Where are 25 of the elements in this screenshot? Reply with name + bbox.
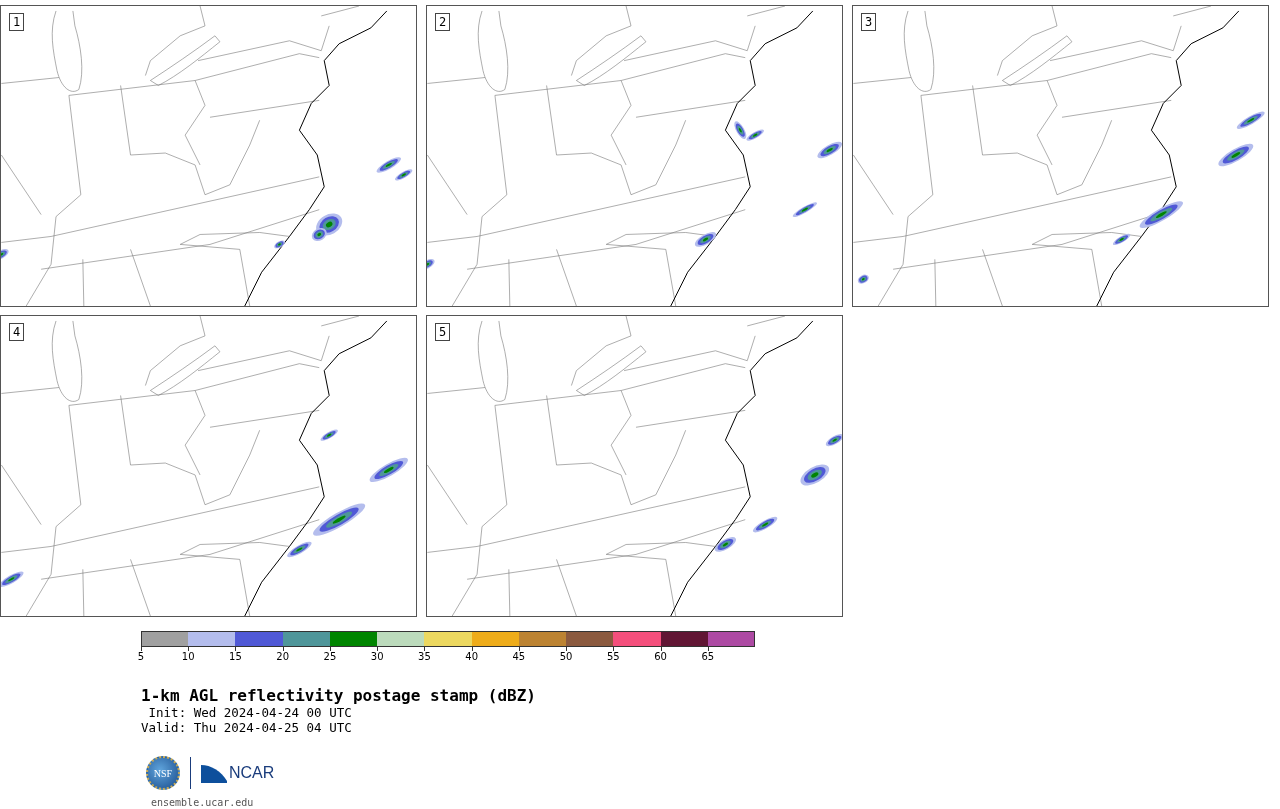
swoosh-icon [201,763,227,783]
tick-label: 45 [512,651,526,663]
valid-time: Valid: Thu 2024-04-25 04 UTC [141,720,353,735]
panel-number: 5 [435,323,451,341]
tick-label: 25 [323,651,337,663]
panel-number: 1 [9,13,25,31]
tick-label: 15 [229,651,242,663]
panel-number: 3 [861,13,877,31]
panel-number: 2 [435,13,451,31]
tick-label: 50 [559,651,573,663]
tick-label: 40 [465,651,478,663]
tick-label: 5 [137,651,145,663]
tick-label: 60 [654,651,667,663]
chart-title: 1-km AGL reflectivity postage stamp (dBZ) [141,687,537,705]
tick-label: 10 [181,651,195,663]
panel-number: 4 [9,323,25,341]
tick-label: 55 [607,651,620,663]
seal-logo: NSF [146,756,180,790]
tick-label: 20 [276,651,290,663]
tick-label: 65 [701,651,715,663]
tick-label: 35 [418,651,431,663]
website-url: ensemble.ucar.edu [151,797,255,808]
init-time: Init: Wed 2024-04-24 00 UTC [147,705,353,720]
logo-wordmark: NCAR [229,764,275,782]
tick-label: 30 [370,651,384,663]
